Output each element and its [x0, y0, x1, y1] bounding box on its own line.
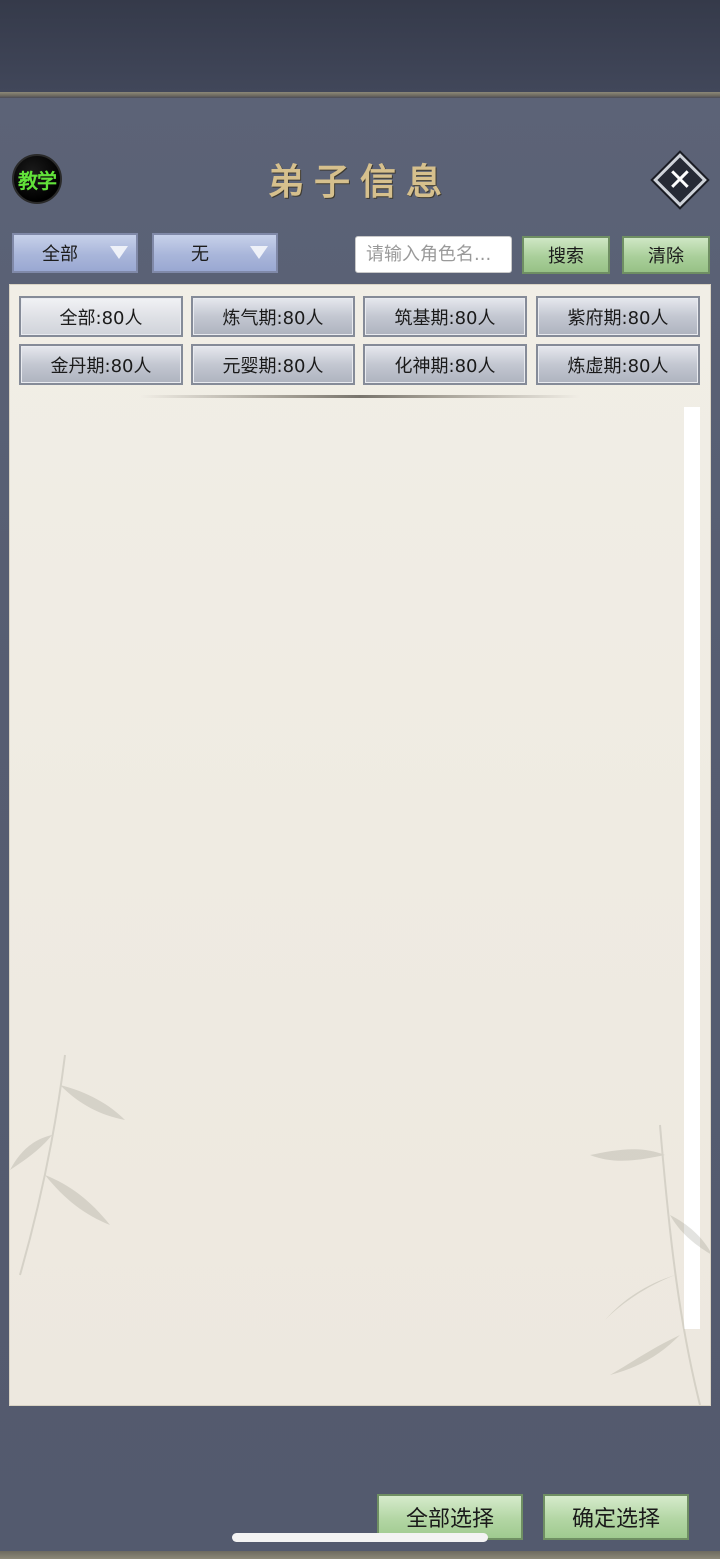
search-button[interactable]: 搜索 — [522, 236, 610, 274]
clear-button[interactable]: 清除 — [622, 236, 710, 274]
disciple-list-area: 全部:80人 炼气期:80人 筑基期:80人 紫府期:80人 金丹期:80人 元… — [9, 284, 711, 1406]
chevron-down-icon — [250, 246, 268, 259]
bamboo-leaves-decoration-left — [10, 1054, 125, 1276]
realm-tab-label: 化神期:80人 — [394, 355, 496, 377]
top-band — [0, 0, 720, 92]
search-button-label: 搜索 — [548, 246, 584, 267]
secondary-filter-dropdown[interactable]: 无 — [152, 233, 278, 273]
confirm-selection-button[interactable]: 确定选择 — [543, 1494, 689, 1540]
realm-tab-label: 全部:80人 — [59, 307, 143, 329]
realm-tab-label: 金丹期:80人 — [50, 355, 152, 377]
tutorial-button-label: 教学 — [18, 168, 57, 193]
realm-tab-label: 炼气期:80人 — [222, 307, 324, 329]
realm-tab-golden-core[interactable]: 金丹期:80人 — [19, 344, 183, 385]
page-title: 弟子信息 — [267, 161, 452, 203]
close-button[interactable]: ✕ — [652, 152, 708, 208]
realm-tab-all[interactable]: 全部:80人 — [19, 296, 183, 337]
realm-tab-qi-refining[interactable]: 炼气期:80人 — [191, 296, 355, 337]
section-divider — [140, 395, 580, 398]
clear-button-label: 清除 — [648, 246, 684, 267]
realm-tab-void-refining[interactable]: 炼虚期:80人 — [536, 344, 700, 385]
chevron-down-icon — [110, 246, 128, 259]
bamboo-leaves-decoration-right — [590, 1124, 710, 1405]
realm-tab-purple-mansion[interactable]: 紫府期:80人 — [536, 296, 700, 337]
character-name-search-input[interactable] — [355, 236, 512, 273]
select-all-button-label: 全部选择 — [405, 1507, 494, 1532]
realm-tab-label: 元婴期:80人 — [222, 355, 324, 377]
realm-tab-label: 炼虚期:80人 — [567, 355, 669, 377]
realm-tab-label: 紫府期:80人 — [567, 307, 669, 329]
realm-tab-spirit-severing[interactable]: 化神期:80人 — [363, 344, 527, 385]
realm-filter-dropdown[interactable]: 全部 — [12, 233, 138, 273]
tutorial-button[interactable]: 教学 — [12, 154, 62, 204]
panel-bottom-border — [0, 1551, 720, 1559]
realm-tab-foundation[interactable]: 筑基期:80人 — [363, 296, 527, 337]
confirm-selection-button-label: 确定选择 — [571, 1507, 660, 1532]
realm-tab-nascent-soul[interactable]: 元婴期:80人 — [191, 344, 355, 385]
home-indicator[interactable] — [232, 1533, 488, 1542]
realm-tab-label: 筑基期:80人 — [394, 307, 496, 329]
close-icon: ✕ — [667, 162, 693, 198]
